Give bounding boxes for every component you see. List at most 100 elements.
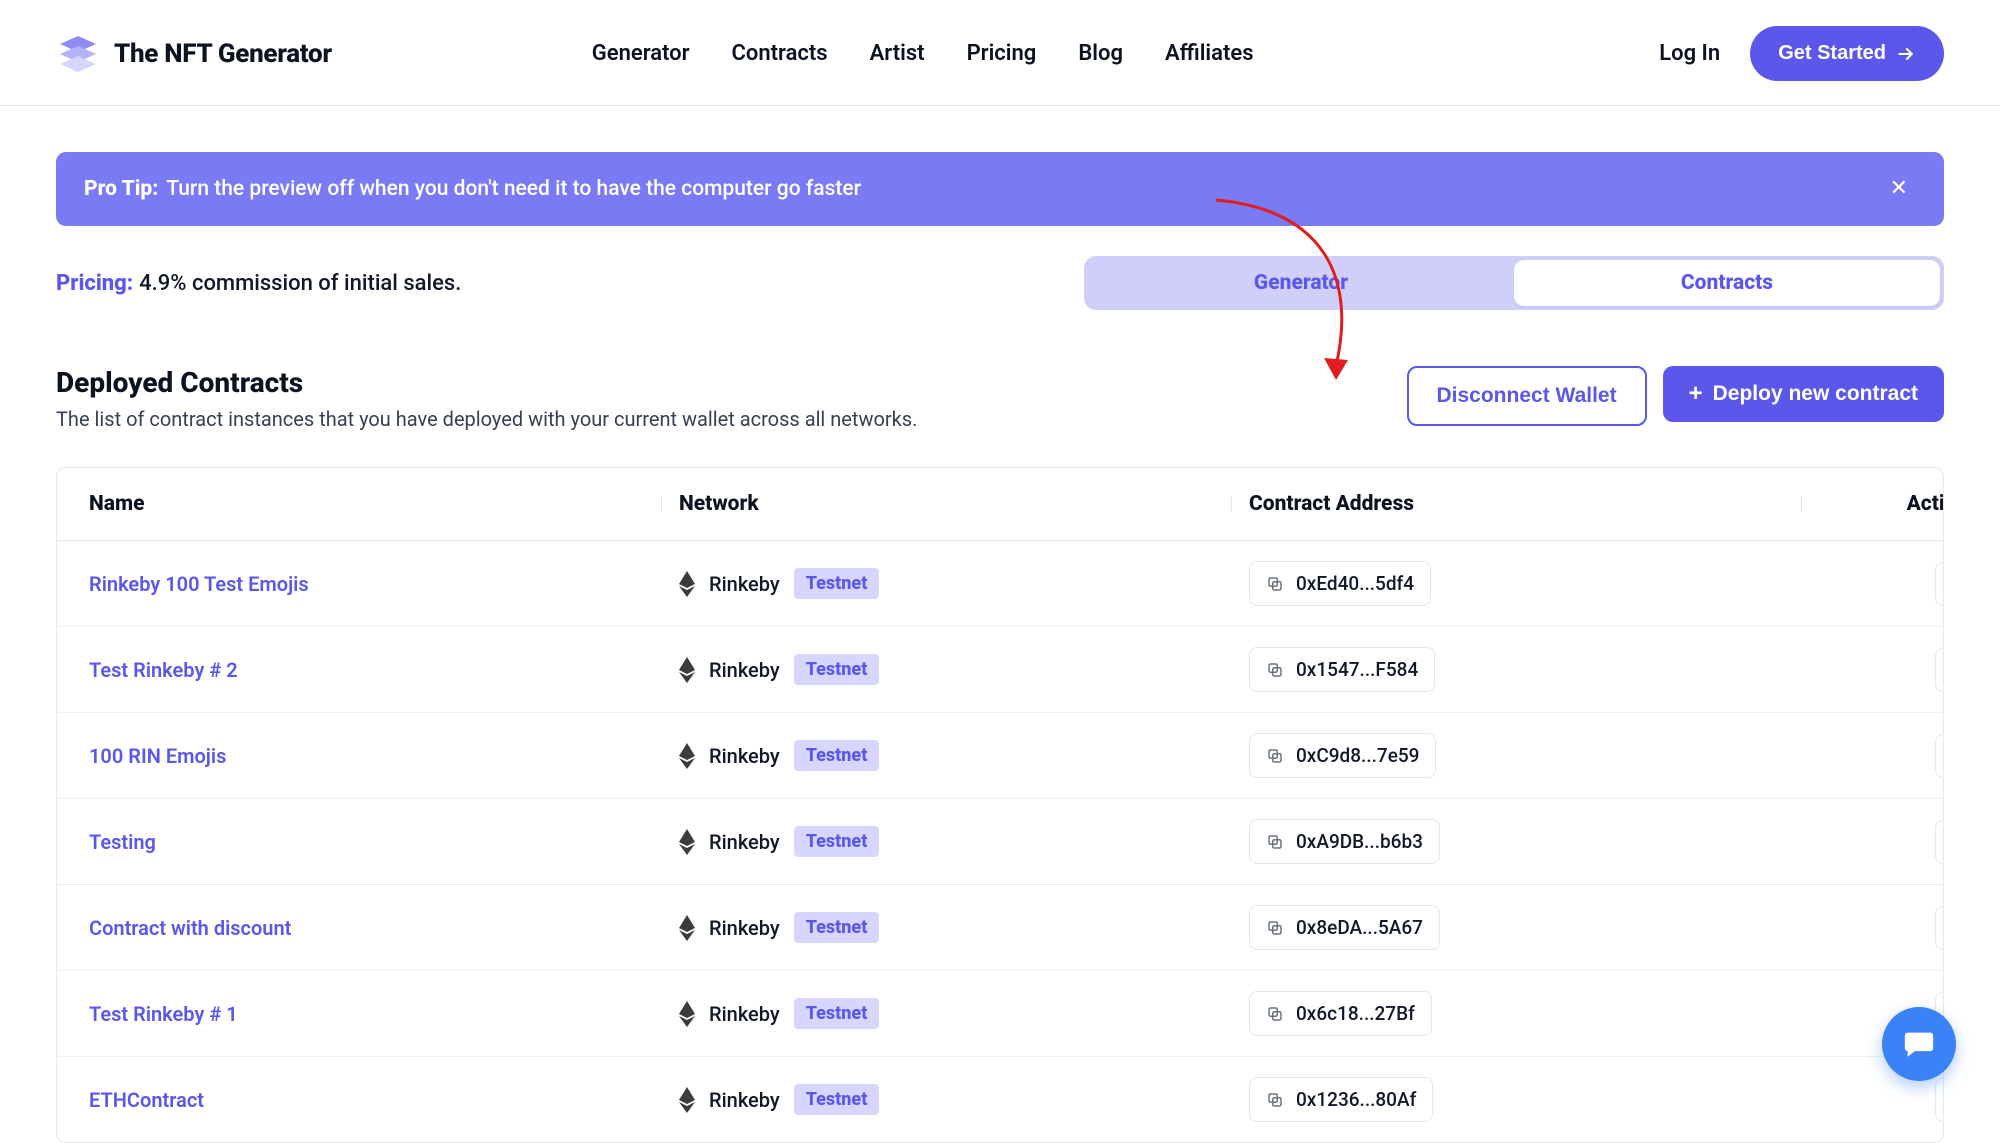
table-row: Test Rinkeby # 2RinkebyTestnet0x1547...F… <box>57 627 1943 713</box>
contract-name-link[interactable]: Contract with discount <box>89 916 291 940</box>
ethereum-icon <box>679 915 695 941</box>
pro-tip-label: Pro Tip: <box>84 177 158 201</box>
nav-pricing[interactable]: Pricing <box>967 41 1037 66</box>
copy-icon <box>1266 747 1284 765</box>
table-row: Testing Rinkeby Testnet 0xA9DB...b6b3 <box>57 799 1943 885</box>
delete-button[interactable] <box>1935 906 1944 950</box>
contract-name-link[interactable]: ETHContract <box>89 1088 204 1112</box>
contract-name-link[interactable]: Test Rinkeby # 2 <box>89 658 238 682</box>
get-started-button[interactable]: Get Started <box>1750 26 1944 81</box>
contract-name-link[interactable]: Rinkeby 100 Test Emojis <box>89 572 309 596</box>
toggle-generator[interactable]: Generator <box>1088 260 1514 306</box>
ethereum-icon <box>679 657 695 683</box>
delete-button[interactable] <box>1935 562 1944 606</box>
delete-button[interactable] <box>1935 1078 1944 1122</box>
network-name: Rinkeby <box>709 572 780 596</box>
copy-icon <box>1266 1091 1284 1109</box>
address-text: 0xC9d8...7e59 <box>1296 744 1419 767</box>
delete-button[interactable] <box>1935 820 1944 864</box>
delete-button[interactable] <box>1935 734 1944 778</box>
address-text: 0xA9DB...b6b3 <box>1296 830 1423 853</box>
address-text: 0x1236...80Af <box>1296 1088 1416 1111</box>
deploy-new-contract-button[interactable]: + Deploy new contract <box>1663 366 1944 422</box>
section-subtitle: The list of contract instances that you … <box>56 407 917 431</box>
network-name: Rinkeby <box>709 830 780 854</box>
network-name: Rinkeby <box>709 658 780 682</box>
ethereum-icon <box>679 1001 695 1027</box>
view-toggle: Generator Contracts <box>1084 256 1944 310</box>
brand[interactable]: The NFT Generator <box>56 32 332 76</box>
nav-affiliates[interactable]: Affiliates <box>1165 41 1254 66</box>
network-badge: Testnet <box>794 740 880 771</box>
address-text: 0x8eDA...5A67 <box>1296 916 1423 939</box>
table-row: 100 RIN Emojis Rinkeby Testnet 0xC9d8...7e5… <box>57 713 1943 799</box>
th-network: Network <box>679 492 1249 516</box>
plus-icon: + <box>1689 382 1703 406</box>
nav-artist[interactable]: Artist <box>870 41 925 66</box>
pricing-toggle-row: Pricing: 4.9% commission of initial sale… <box>56 256 1944 310</box>
login-link[interactable]: Log In <box>1659 41 1720 66</box>
contract-name-link[interactable]: Test Rinkeby # 1 <box>89 1002 238 1026</box>
address-copy-button[interactable]: 0xEd40...5df4 <box>1249 561 1431 606</box>
chat-fab-button[interactable] <box>1882 1007 1956 1081</box>
ethereum-icon <box>679 743 695 769</box>
ethereum-icon <box>679 829 695 855</box>
pricing-label: Pricing: <box>56 271 133 296</box>
address-copy-button[interactable]: 0x1547...F584 <box>1249 647 1435 692</box>
copy-icon <box>1266 833 1284 851</box>
table-row: Contract with discountRinkebyTestnet0x8e… <box>57 885 1943 971</box>
address-text: 0xEd40...5df4 <box>1296 572 1414 595</box>
address-copy-button[interactable]: 0xC9d8...7e59 <box>1249 733 1436 778</box>
network-name: Rinkeby <box>709 1088 780 1112</box>
contract-name-link[interactable]: Testing <box>89 830 156 854</box>
address-text: 0x6c18...27Bf <box>1296 1002 1415 1025</box>
disconnect-wallet-button[interactable]: Disconnect Wallet <box>1407 366 1647 426</box>
contracts-section-header: Deployed Contracts The list of contract … <box>56 366 1944 431</box>
top-nav: Generator Contracts Artist Pricing Blog … <box>592 41 1254 66</box>
network-badge: Testnet <box>794 826 880 857</box>
address-text: 0x1547...F584 <box>1296 658 1418 681</box>
network-badge: Testnet <box>794 568 880 599</box>
deploy-label: Deploy new contract <box>1713 382 1918 406</box>
nav-blog[interactable]: Blog <box>1078 41 1123 66</box>
pro-tip-banner: Pro Tip: Turn the preview off when you d… <box>56 152 1944 226</box>
brand-title: The NFT Generator <box>114 39 332 69</box>
address-copy-button[interactable]: 0x6c18...27Bf <box>1249 991 1432 1036</box>
copy-icon <box>1266 1005 1284 1023</box>
th-actions: Actions <box>1819 492 1944 516</box>
delete-button[interactable] <box>1935 648 1944 692</box>
table-row: ETHContract Rinkeby Testnet 0x1236...80Af <box>57 1057 1943 1142</box>
network-badge: Testnet <box>794 998 880 1029</box>
network-name: Rinkeby <box>709 1002 780 1026</box>
address-copy-button[interactable]: 0x1236...80Af <box>1249 1077 1433 1122</box>
table-row: Rinkeby 100 Test Emojis Rinkeby Testnet 0xE… <box>57 541 1943 627</box>
address-copy-button[interactable]: 0x8eDA...5A67 <box>1249 905 1440 950</box>
copy-icon <box>1266 661 1284 679</box>
network-name: Rinkeby <box>709 916 780 940</box>
arrow-right-icon <box>1896 44 1916 64</box>
chat-icon <box>1902 1027 1936 1061</box>
ethereum-icon <box>679 571 695 597</box>
pro-tip-text: Turn the preview off when you don't need… <box>166 177 861 201</box>
pricing-text: 4.9% commission of initial sales. <box>139 271 461 296</box>
toggle-contracts[interactable]: Contracts <box>1514 260 1940 306</box>
ethereum-icon <box>679 1087 695 1113</box>
contract-name-link[interactable]: 100 RIN Emojis <box>89 744 226 768</box>
close-icon[interactable]: ✕ <box>1882 174 1916 204</box>
logo-icon <box>56 32 100 76</box>
contracts-table: Name Network Contract Address Actions Ri… <box>56 467 1944 1143</box>
header-bar: The NFT Generator Generator Contracts Ar… <box>0 0 2000 106</box>
get-started-label: Get Started <box>1778 42 1886 65</box>
copy-icon <box>1266 575 1284 593</box>
table-row: Test Rinkeby # 1 Rinkeby Testnet 0x6c18...2… <box>57 971 1943 1057</box>
copy-icon <box>1266 919 1284 937</box>
network-badge: Testnet <box>794 1084 880 1115</box>
section-title: Deployed Contracts <box>56 366 917 399</box>
table-body: Rinkeby 100 Test Emojis Rinkeby Testnet 0xE… <box>57 541 1943 1142</box>
table-header-row: Name Network Contract Address Actions <box>57 468 1943 541</box>
nav-generator[interactable]: Generator <box>592 41 690 66</box>
th-name: Name <box>89 492 679 516</box>
address-copy-button[interactable]: 0xA9DB...b6b3 <box>1249 819 1440 864</box>
network-name: Rinkeby <box>709 744 780 768</box>
nav-contracts[interactable]: Contracts <box>732 41 828 66</box>
